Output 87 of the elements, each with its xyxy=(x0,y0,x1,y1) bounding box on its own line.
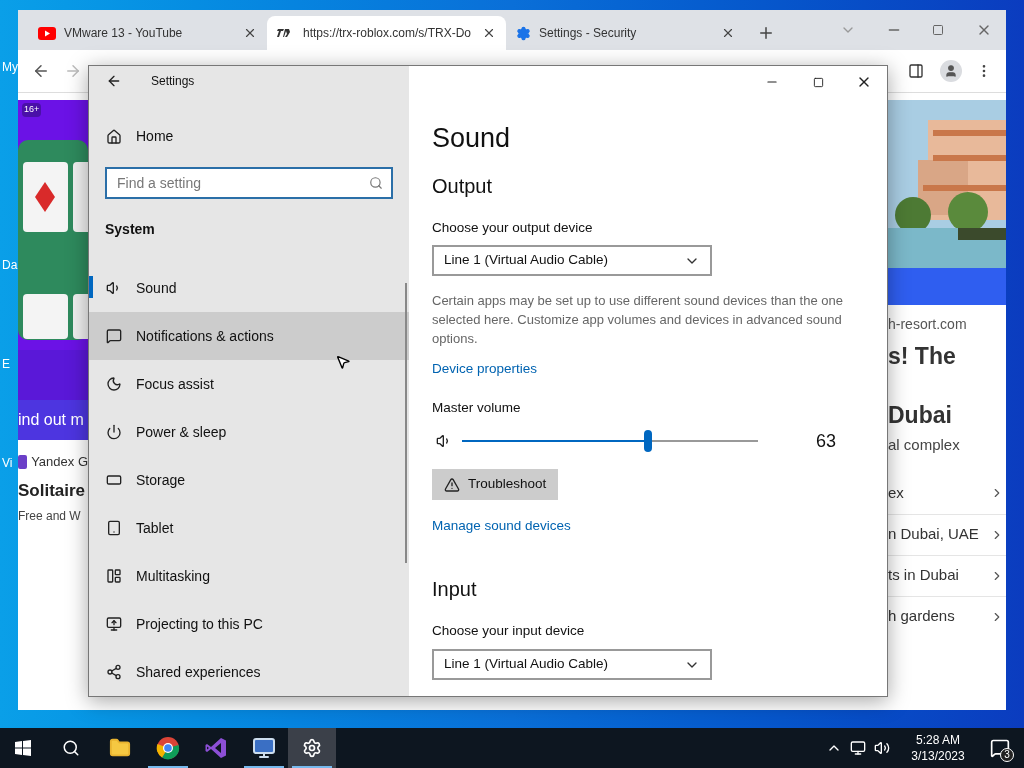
volume-value: 63 xyxy=(816,429,837,453)
nav-item[interactable]: Storage xyxy=(89,456,409,504)
tab-title: Settings - Security xyxy=(539,25,638,42)
browser-tab[interactable]: VMware 13 - YouTube xyxy=(28,16,267,50)
slider-thumb[interactable] xyxy=(644,430,653,452)
windows-logo-icon xyxy=(15,740,31,756)
mouse-pointer-icon xyxy=(335,354,351,370)
tablet-icon xyxy=(106,520,122,536)
ad-link[interactable]: ts in Dubai xyxy=(888,554,1006,596)
monitor-icon xyxy=(106,616,122,632)
page-title: Sound xyxy=(432,122,512,155)
domain-text: h-resort.com xyxy=(888,315,968,334)
home-item[interactable]: Home xyxy=(89,113,409,160)
rectangle-icon xyxy=(106,472,122,488)
gear-icon xyxy=(516,25,531,41)
time-text: 5:28 AM xyxy=(916,732,960,748)
back-icon[interactable] xyxy=(32,62,50,80)
source-text: Yandex G xyxy=(31,453,88,471)
app-icon xyxy=(18,454,28,469)
infinity-icon xyxy=(204,736,228,760)
device-dropdown[interactable]: Line 1 (Virtual Audio Cable) xyxy=(432,649,712,680)
notification-count: 3 xyxy=(1000,748,1014,762)
nav-item[interactable]: Shared experiences xyxy=(89,648,409,696)
tab-title: VMware 13 - YouTube xyxy=(64,25,184,42)
window-title: Settings xyxy=(151,73,195,91)
date-text: 3/13/2023 xyxy=(911,748,965,764)
nav-item[interactable]: Multitasking xyxy=(89,552,409,600)
nav-item[interactable]: Notifications & actions xyxy=(89,312,409,360)
taskbar-app[interactable] xyxy=(288,728,336,768)
side-panel-icon[interactable] xyxy=(908,63,924,79)
ad-link[interactable]: ex xyxy=(888,472,1006,514)
troubleshoot-button[interactable]: Troubleshoot xyxy=(432,469,559,500)
folder-icon xyxy=(109,737,131,759)
close-icon[interactable] xyxy=(482,26,496,40)
moon-icon xyxy=(106,376,122,392)
play-icon xyxy=(38,26,56,40)
ad-headline: Dubai xyxy=(888,400,953,430)
profile-button[interactable] xyxy=(940,60,962,82)
chrome-icon xyxy=(156,736,180,760)
ad-text: al complex xyxy=(888,435,961,455)
age-badge: 16+ xyxy=(22,103,42,117)
clock[interactable]: 5:28 AM 3/13/2023 xyxy=(900,732,976,764)
network-icon[interactable] xyxy=(850,740,866,756)
ad-headline: Solitaire xyxy=(18,479,86,502)
power-icon xyxy=(106,424,122,440)
maximize-icon xyxy=(812,76,824,88)
search-icon xyxy=(62,739,80,757)
section-heading: Output xyxy=(432,174,494,198)
nav-item[interactable]: Sound xyxy=(89,264,409,312)
device-dropdown[interactable]: Line 1 (Virtual Audio Cable) xyxy=(432,245,712,276)
nav-item[interactable]: Tablet xyxy=(89,504,409,552)
new-tab-icon[interactable] xyxy=(757,24,775,42)
section-heading: Input xyxy=(432,577,478,601)
search-field[interactable]: Find a setting xyxy=(105,167,393,199)
ad-link[interactable]: n Dubai, UAE xyxy=(888,513,1006,555)
nav-item[interactable]: Focus assist xyxy=(89,360,409,408)
gear-icon xyxy=(302,738,322,758)
volume-slider[interactable] xyxy=(462,430,758,452)
search-icon xyxy=(369,176,383,190)
field-label: Choose your output device xyxy=(432,219,594,237)
manage-devices-link[interactable]: Manage sound devices xyxy=(432,517,571,535)
notifications-button[interactable]: 3 xyxy=(976,728,1024,768)
monitor-icon xyxy=(252,736,276,760)
nav-item[interactable]: Projecting to this PC xyxy=(89,600,409,648)
ad-text: Free and W xyxy=(18,508,81,525)
description-text: Certain apps may be set up to use different sound devices than the one selected here. Customize app volumes and devices in advanced sound options. xyxy=(432,292,844,348)
speech-bubble-icon xyxy=(106,328,122,344)
field-label: Master volume xyxy=(432,399,522,417)
section-heading: System xyxy=(104,220,156,239)
browser-tab[interactable]: Settings - Security xyxy=(506,16,745,50)
panels-icon xyxy=(106,568,122,584)
ad-link[interactable]: h gardens xyxy=(888,595,1006,637)
warning-icon xyxy=(444,476,460,493)
browser-tab[interactable]: https://trx-roblox.com/s/TRX-Do xyxy=(267,16,506,50)
ad-headline: s! The xyxy=(888,342,957,371)
speaker-icon[interactable] xyxy=(874,740,890,756)
maximize-icon[interactable] xyxy=(932,24,944,36)
close-icon[interactable] xyxy=(243,26,257,40)
close-icon[interactable] xyxy=(721,26,735,40)
tab-title: https://trx-roblox.com/s/TRX-Do xyxy=(303,25,473,42)
home-icon xyxy=(106,128,122,145)
nav-item[interactable]: Power & sleep xyxy=(89,408,409,456)
field-label: Choose your input device xyxy=(432,622,586,640)
device-properties-link[interactable]: Device properties xyxy=(432,360,538,378)
ad-button[interactable]: ind out m xyxy=(18,400,88,440)
share-icon xyxy=(106,664,122,680)
person-icon xyxy=(944,64,958,78)
